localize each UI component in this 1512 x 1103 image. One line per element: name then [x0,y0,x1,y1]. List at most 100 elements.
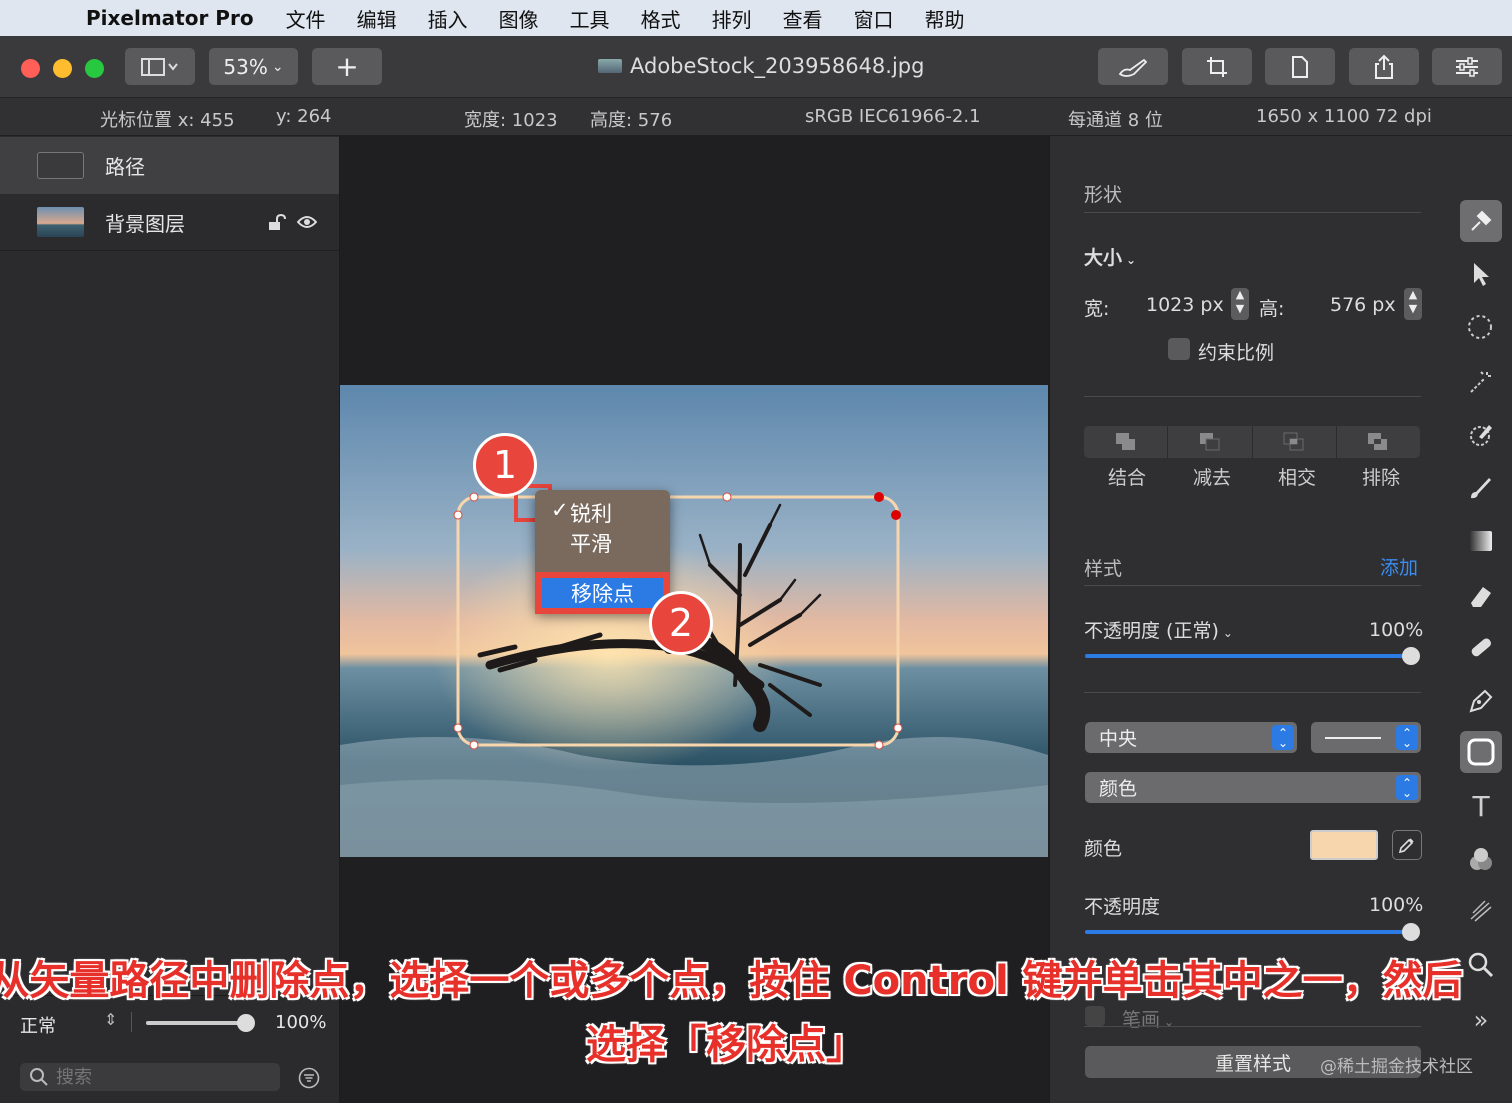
opacity-mode-label: 不透明度 (正常) [1084,620,1219,642]
opacity-mode-popup[interactable]: 不透明度 (正常) ⌄ [1084,616,1233,643]
slider-knob[interactable] [1402,923,1420,941]
menu-view[interactable]: 查看 [783,4,823,33]
watermark: @稀土掘金技术社区 [1320,1057,1473,1077]
step-badge-1: 1 [473,433,537,497]
crop-button[interactable] [1182,48,1252,85]
stroke-position-popup[interactable]: 中央 ⌃ ⌄ [1085,722,1297,753]
gradient-tool-icon[interactable] [1460,520,1502,562]
paint-brush-icon[interactable] [1460,467,1502,509]
menu-help[interactable]: 帮助 [925,4,965,33]
menu-item-remove-point[interactable]: 移除点 [542,578,663,608]
layer-row-path[interactable]: 路径 [0,137,339,194]
share-icon [1375,54,1393,79]
arrow-cursor-icon[interactable] [1460,253,1502,295]
constrain-label: 约束比例 [1198,342,1275,364]
opacity2-label: 不透明度 [1084,896,1161,918]
add-style-button[interactable]: 添加 [1380,553,1418,580]
zoom-popup[interactable]: 53% ⌄ [209,48,298,85]
menu-insert[interactable]: 插入 [428,4,468,33]
height-stepper[interactable]: ▲ ▼ [1404,288,1422,320]
exclude-icon [1368,433,1388,450]
up-down-chevron-icon: ⌃ ⌄ [1272,725,1294,750]
slider-fill [1085,930,1411,934]
sliders-icon [1456,56,1478,77]
menu-arrange[interactable]: 排列 [712,4,752,33]
minimize-window-button[interactable] [53,59,72,78]
combine-icon [1115,433,1135,450]
distort-tool-icon[interactable] [1460,890,1502,932]
width-field[interactable]: 1023 px [1146,294,1224,316]
eraser-tool-icon[interactable] [1460,574,1502,616]
close-window-button[interactable] [21,59,40,78]
zoom-window-button[interactable] [85,59,104,78]
style-opacity-slider[interactable] [1085,654,1411,658]
lock-open-icon[interactable] [268,214,286,231]
layer-row-background[interactable]: 背景图层 [0,194,339,251]
share-button[interactable] [1349,48,1419,85]
menu-file[interactable]: 文件 [286,4,326,33]
intersect-button[interactable] [1251,426,1336,458]
combine-label: 结合 [1108,467,1147,489]
cursor-y: y: 264 [276,106,332,127]
subtract-icon [1199,433,1220,451]
stroke-position-value: 中央 [1099,728,1138,750]
document-button[interactable] [1265,48,1335,85]
filter-icon[interactable] [298,1067,320,1089]
constrain-checkbox[interactable] [1168,338,1190,360]
add-button[interactable]: + [312,48,382,85]
text-tool-icon[interactable]: T [1460,785,1502,827]
zoom-value: 53% [223,54,268,79]
height-field[interactable]: 576 px [1330,294,1396,316]
layer-thumbnail [37,207,84,237]
menu-tools[interactable]: 工具 [570,4,610,33]
menu-format[interactable]: 格式 [641,4,681,33]
fill-type-value: 颜色 [1099,778,1138,800]
menu-item-sharp[interactable]: 锐利 [570,498,612,528]
magic-wand-icon[interactable] [1460,361,1502,403]
pen-tool-icon[interactable] [1460,680,1502,722]
slider-knob[interactable] [1402,647,1420,665]
eyedropper-button[interactable] [1392,830,1422,860]
color-well[interactable] [1310,830,1378,860]
selection-tool-icon[interactable] [1460,307,1502,349]
divider [1084,396,1421,397]
retouch-tool-icon[interactable] [1460,414,1502,456]
paint-brush-tool-button[interactable] [1098,48,1168,85]
line-style-popup[interactable]: ⌃ ⌄ [1311,722,1421,753]
layer-thumbnail [37,152,84,179]
size-section-toggle[interactable]: 大小 ⌄ [1084,243,1136,270]
menu-item-smooth[interactable]: 平滑 [570,528,612,558]
chevron-down-icon: ⌄ [1126,253,1137,267]
caption-line-1: 从矢量路径中删除点，选择一个或多个点，按住 Control 键并单击其中之一，然… [0,958,1463,1004]
menu-window[interactable]: 窗口 [854,4,894,33]
boolean-ops-bar [1084,426,1420,458]
document-icon [1292,55,1308,78]
document-title: AdobeStock_203958648.jpg [598,54,998,78]
style-heading: 样式 [1084,558,1123,580]
width-stepper[interactable]: ▲ ▼ [1231,288,1249,320]
shape-tool-icon[interactable] [1460,731,1502,773]
color-adjust-tool-icon[interactable] [1460,838,1502,880]
info-bar: 光标位置 x: 455 y: 264 宽度: 1023 高度: 576 sRGB… [0,98,1512,136]
divider [1084,585,1421,586]
exclude-button[interactable] [1335,426,1420,458]
eye-icon[interactable] [297,215,317,229]
divider [1084,692,1421,693]
sidebar-toggle-button[interactable] [125,48,195,85]
chevron-down-icon: ⌄ [271,58,284,75]
menu-edit[interactable]: 编辑 [357,4,397,33]
fill-opacity-slider[interactable] [1085,930,1411,934]
combine-button[interactable] [1084,426,1167,458]
app-menu[interactable]: Pixelmator Pro [86,6,254,30]
stepper-icon: ▲ ▼ [1408,288,1418,315]
fill-type-popup[interactable]: 颜色 ⌃ ⌄ [1085,772,1421,803]
subtract-button[interactable] [1167,426,1251,458]
height-label: 高: [1259,298,1285,320]
adjustments-button[interactable] [1432,48,1502,85]
arrange-tool-icon[interactable] [1460,200,1502,242]
bandage-tool-icon[interactable] [1460,626,1502,668]
menu-image[interactable]: 图像 [499,4,539,33]
subtract-label: 减去 [1193,467,1232,489]
up-down-chevron-icon: ⌃ ⌄ [1396,725,1418,750]
eyedropper-icon [1398,838,1414,854]
